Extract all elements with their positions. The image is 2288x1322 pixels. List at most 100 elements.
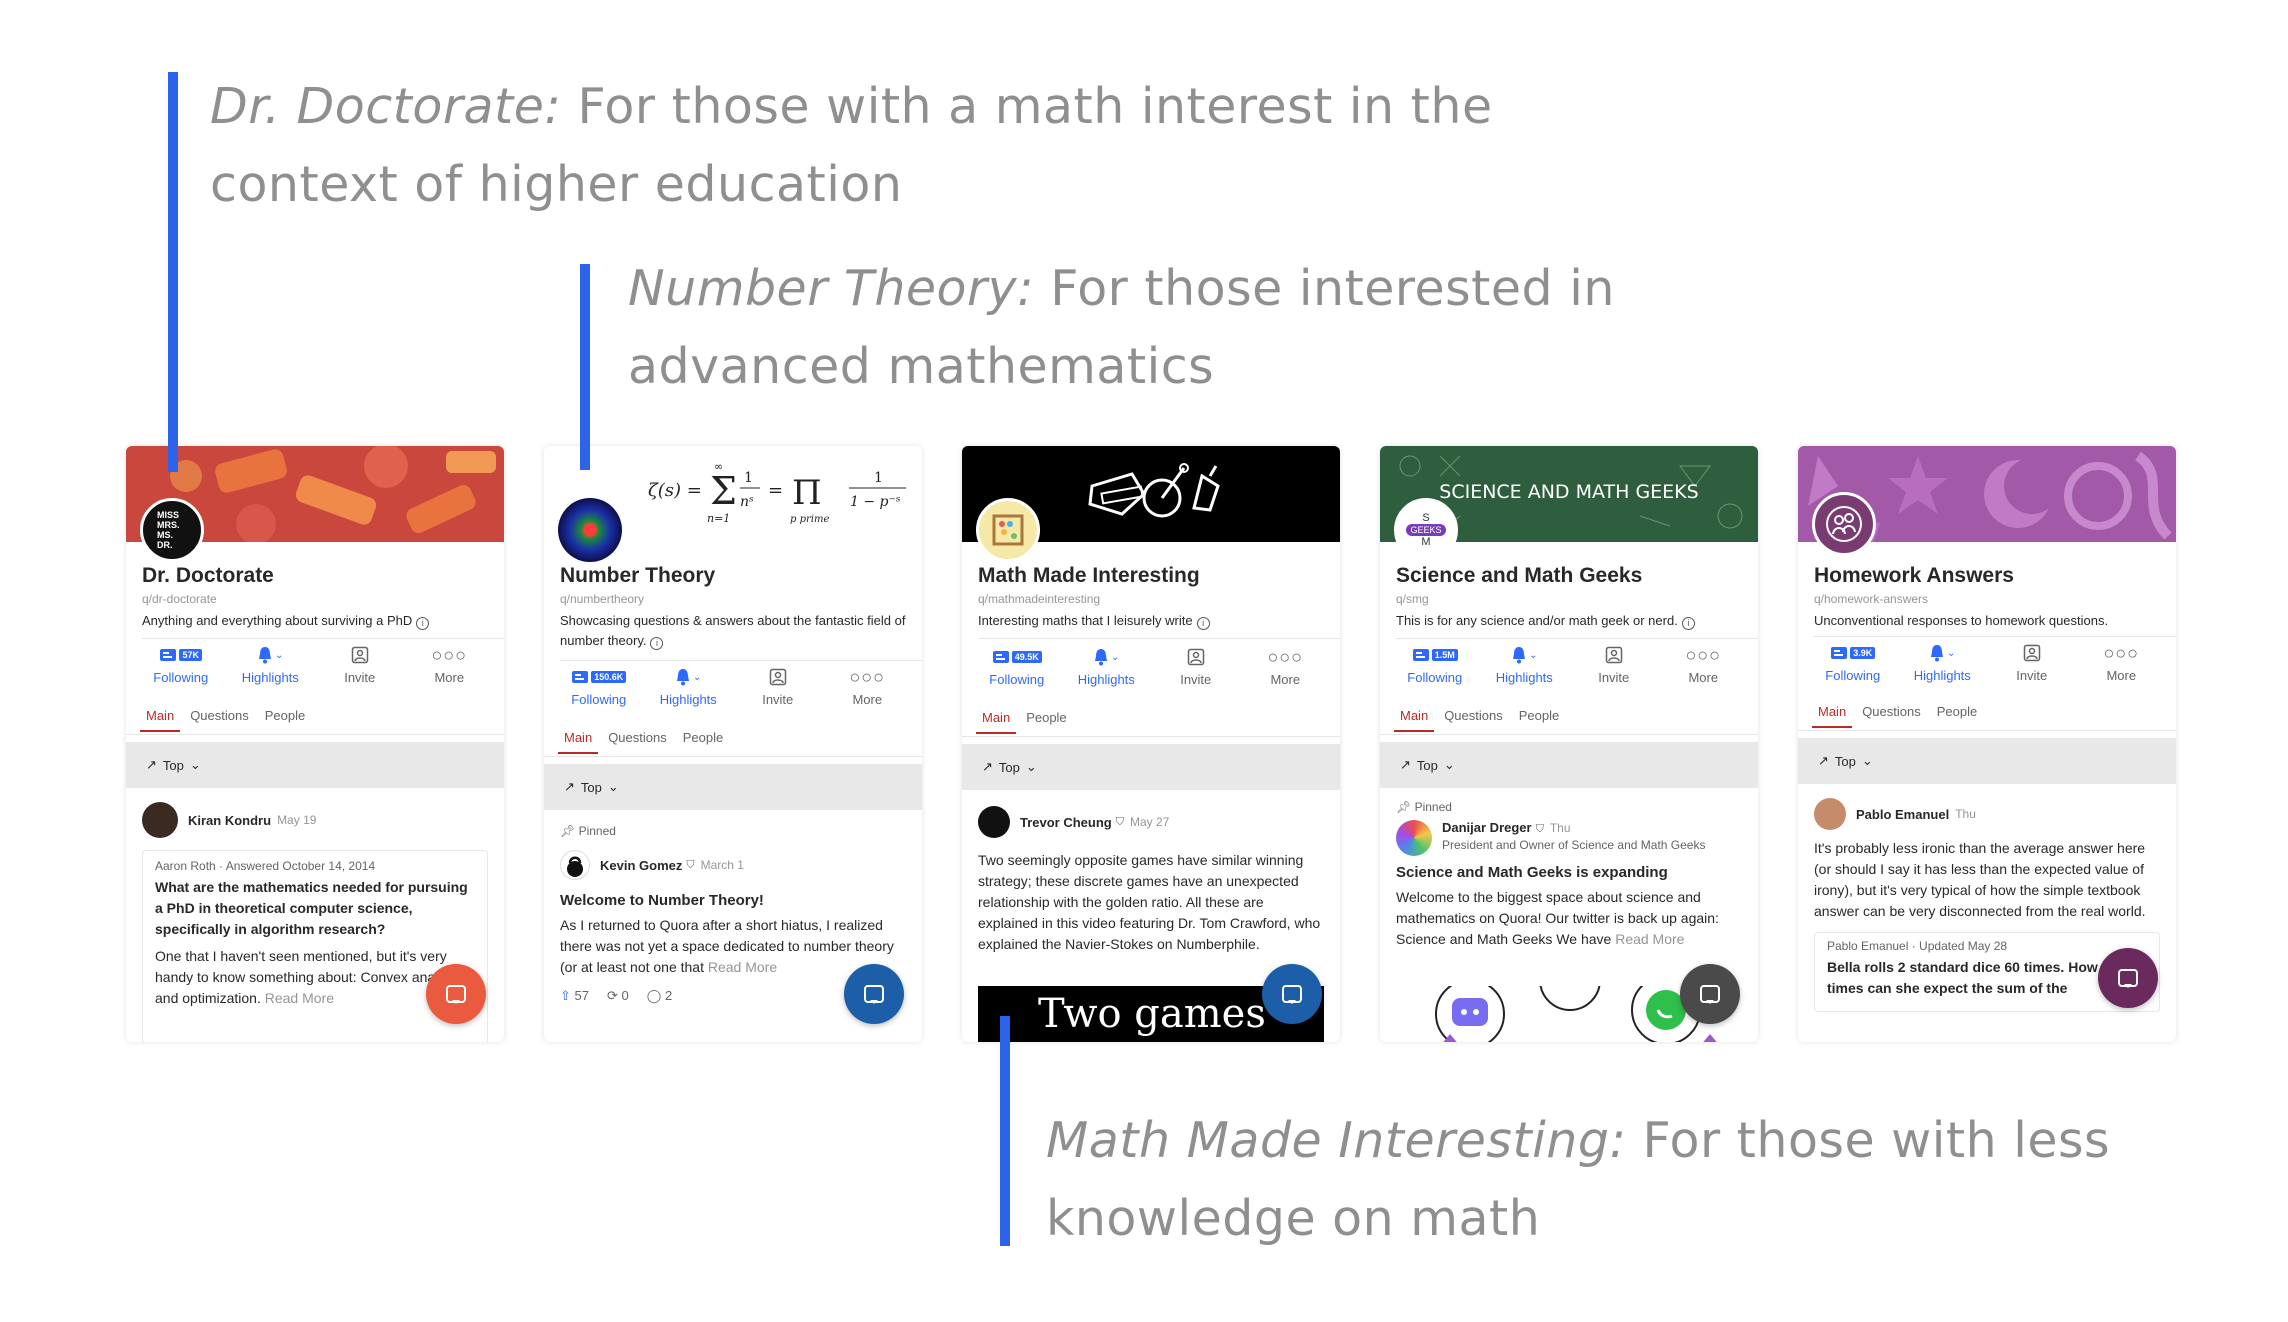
tab-main[interactable]: Main [976, 710, 1017, 734]
author-name[interactable]: Pablo Emanuel [1856, 807, 1949, 822]
post-header: Danijar Dreger ⛉ Thu President and Owner o… [1396, 820, 1742, 856]
tab-people[interactable]: People [1020, 710, 1072, 734]
divider [1380, 734, 1758, 735]
post-title[interactable]: Science and Math Geeks is expanding [1396, 862, 1742, 883]
sort-dropdown[interactable]: ↗ Top ⌄ [962, 744, 1340, 790]
action-label: More [2106, 668, 2137, 683]
sort-dropdown[interactable]: ↗ Top ⌄ [126, 742, 504, 788]
tab-questions[interactable]: Questions [184, 708, 255, 732]
invite-icon [2023, 644, 2040, 662]
author-name[interactable]: Kiran Kondru [188, 813, 271, 828]
bell-icon [259, 647, 272, 664]
icon-letter: S [1422, 512, 1430, 524]
tab-questions[interactable]: Questions [602, 730, 673, 754]
icon-line: MRS. [157, 520, 180, 530]
more-button[interactable]: ○○○ More [824, 664, 910, 712]
info-icon[interactable]: i [1681, 617, 1695, 630]
avatar[interactable] [1814, 798, 1846, 830]
more-button[interactable]: ○○○ More [406, 642, 492, 690]
ask-question-fab[interactable] [844, 964, 904, 1024]
sort-dropdown[interactable]: ↗ Top ⌄ [544, 764, 922, 810]
following-button[interactable]: 150.6K Following [556, 664, 642, 712]
action-label: Following [571, 692, 627, 707]
author-name[interactable]: Danijar Dreger [1442, 820, 1532, 835]
following-button[interactable]: 1.5M Following [1392, 642, 1478, 690]
invite-button[interactable]: Invite [1153, 644, 1239, 692]
tab-main[interactable]: Main [558, 730, 599, 754]
info-icon[interactable]: i [416, 617, 430, 630]
svg-text:Σ: Σ [710, 469, 737, 513]
post-title[interactable]: Welcome to Number Theory! [560, 890, 906, 911]
more-icon: ○○○ [431, 644, 468, 665]
invite-button[interactable]: Invite [735, 664, 821, 712]
more-button[interactable]: ○○○ More [1660, 642, 1746, 690]
highlights-button[interactable]: ⌄ Highlights [1899, 640, 1985, 688]
annotation-bar [168, 72, 178, 472]
space-icon [1812, 492, 1876, 556]
ask-question-fab[interactable] [2098, 948, 2158, 1008]
chevron-down-icon: ⌄ [1529, 649, 1538, 661]
action-label: Following [153, 670, 209, 685]
ask-question-fab[interactable] [1262, 964, 1322, 1024]
avatar[interactable] [978, 806, 1010, 838]
divider [1814, 636, 2176, 637]
invite-button[interactable]: Invite [1571, 642, 1657, 690]
read-more-link[interactable]: Read More [265, 990, 334, 1006]
follower-count: 150.6K [591, 671, 627, 683]
feed: 📌︎ Pinned Danijar Dreger ⛉ Thu President a… [1396, 800, 1742, 950]
space-title[interactable]: Science and Math Geeks [1396, 564, 1642, 588]
sort-dropdown[interactable]: ↗ Top ⌄ [1798, 738, 2176, 784]
space-title[interactable]: Dr. Doctorate [142, 564, 274, 588]
following-button[interactable]: 57K Following [138, 642, 224, 690]
sort-label: Top [1416, 757, 1438, 773]
read-more-link[interactable]: Read More [1615, 931, 1684, 947]
tab-people[interactable]: People [1931, 704, 1983, 728]
space-title[interactable]: Number Theory [560, 564, 715, 588]
chevron-down-icon: ⌄ [607, 779, 619, 794]
share-button[interactable]: ⟳ 0 [607, 988, 629, 1004]
upvote-button[interactable]: ⇧ 57 [560, 988, 589, 1004]
invite-icon [351, 646, 368, 664]
tab-main[interactable]: Main [1394, 708, 1435, 732]
info-icon[interactable]: i [650, 637, 664, 650]
action-label: Invite [344, 670, 376, 685]
more-button[interactable]: ○○○ More [2078, 640, 2164, 688]
author-name[interactable]: Trevor Cheung [1020, 815, 1112, 830]
avatar[interactable] [142, 802, 178, 838]
ask-question-fab[interactable] [426, 964, 486, 1024]
tab-people[interactable]: People [1513, 708, 1565, 732]
tab-main[interactable]: Main [140, 708, 181, 732]
info-icon[interactable]: i [1196, 617, 1210, 630]
space-title[interactable]: Homework Answers [1814, 564, 2014, 588]
following-button[interactable]: 3.9K Following [1810, 640, 1896, 688]
following-button[interactable]: 49.5K Following [974, 644, 1060, 692]
ask-question-fab[interactable] [1680, 964, 1740, 1024]
bell-icon [1931, 645, 1944, 662]
more-button[interactable]: ○○○ More [1242, 644, 1328, 692]
author-name[interactable]: Kevin Gomez [600, 858, 682, 873]
space-tabs: Main People [976, 710, 1073, 734]
post-date: May 27 [1130, 815, 1170, 829]
highlights-button[interactable]: ⌄ Highlights [227, 642, 313, 690]
invite-button[interactable]: Invite [1989, 640, 2075, 688]
answer-meta: Pablo Emanuel · Updated May 28 [1827, 939, 2008, 953]
tab-main[interactable]: Main [1812, 704, 1853, 728]
highlights-button[interactable]: ⌄ Highlights [1063, 644, 1149, 692]
comment-button[interactable]: ◯ 2 [647, 988, 672, 1004]
avatar[interactable] [560, 850, 590, 880]
read-more-link[interactable]: Read More [708, 959, 777, 975]
verified-icon: ⛉ [1535, 823, 1544, 835]
answer-question[interactable]: What are the mathematics needed for purs… [155, 877, 475, 940]
tab-questions[interactable]: Questions [1856, 704, 1927, 728]
tab-people[interactable]: People [677, 730, 729, 754]
invite-button[interactable]: Invite [317, 642, 403, 690]
svg-text:ζ(s) =: ζ(s) = [648, 480, 702, 501]
highlights-button[interactable]: ⌄ Highlights [645, 664, 731, 712]
tab-people[interactable]: People [259, 708, 311, 732]
space-tabs: Main Questions People [1812, 704, 1983, 728]
sort-dropdown[interactable]: ↗ Top ⌄ [1380, 742, 1758, 788]
tab-questions[interactable]: Questions [1438, 708, 1509, 732]
avatar[interactable] [1396, 820, 1432, 856]
highlights-button[interactable]: ⌄ Highlights [1481, 642, 1567, 690]
space-title[interactable]: Math Made Interesting [978, 564, 1200, 588]
